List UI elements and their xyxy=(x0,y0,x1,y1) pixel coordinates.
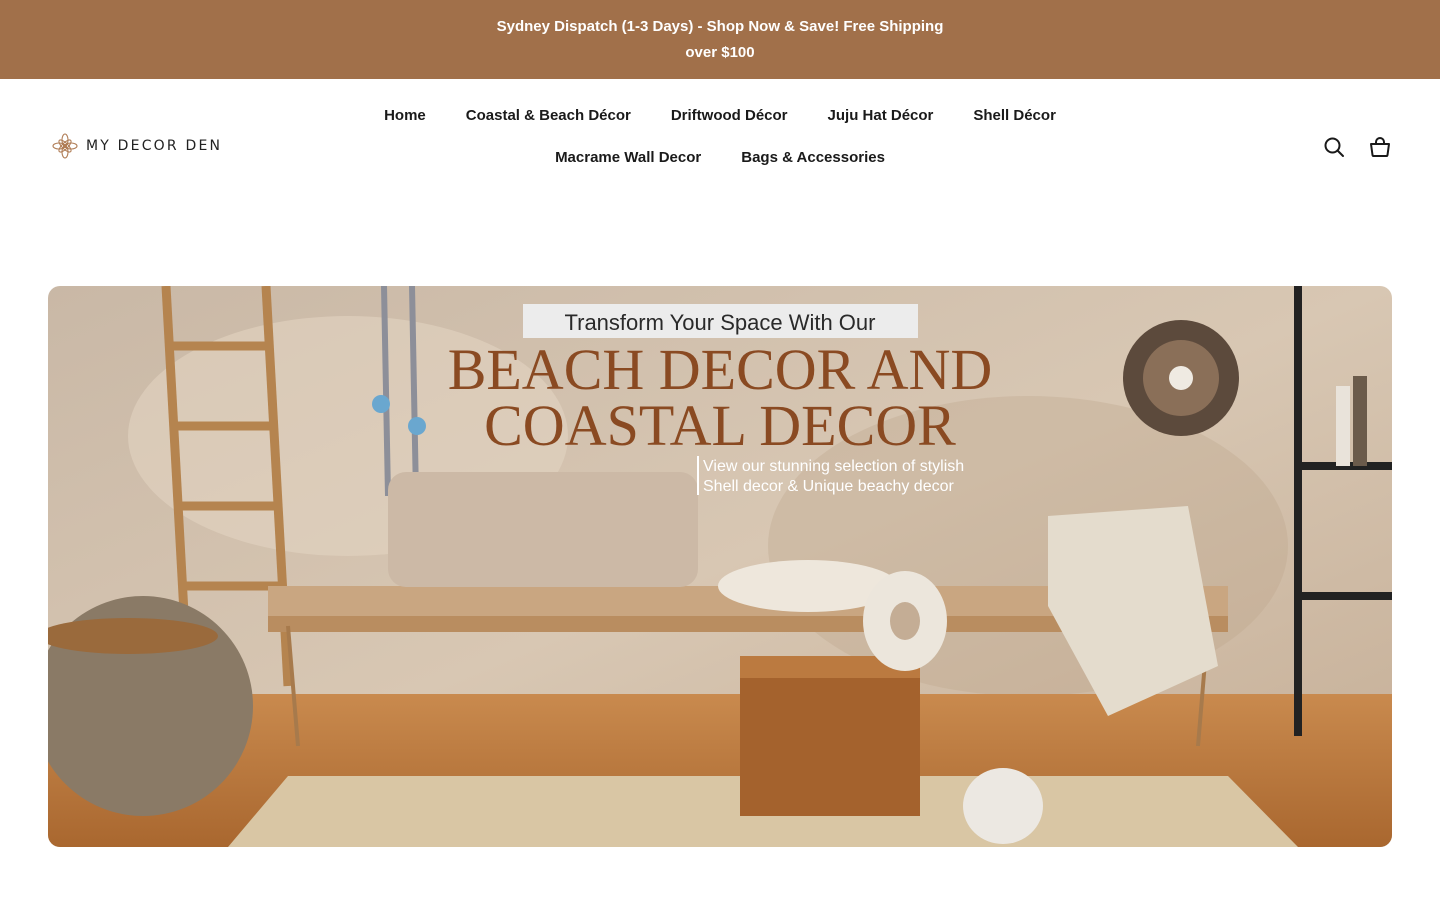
search-icon[interactable] xyxy=(1322,135,1346,159)
nav-driftwood-decor[interactable]: Driftwood Décor xyxy=(651,105,808,127)
lotus-logo-icon xyxy=(52,133,78,159)
nav-juju-hat-decor[interactable]: Juju Hat Décor xyxy=(808,105,954,127)
hero-tagline: Transform Your Space With Our xyxy=(565,310,876,335)
announcement-bar: Sydney Dispatch (1-3 Days) - Shop Now & … xyxy=(0,0,1440,79)
hero-title-line2: COASTAL DECOR xyxy=(484,393,956,458)
nav-shell-decor[interactable]: Shell Décor xyxy=(953,105,1076,127)
cart-icon[interactable] xyxy=(1368,135,1392,159)
nav-coastal-beach-decor[interactable]: Coastal & Beach Décor xyxy=(446,105,651,127)
hero-sub-line1: View our stunning selection of stylish xyxy=(703,458,964,475)
hero-sub-line2: Shell decor & Unique beachy decor xyxy=(703,478,954,495)
nav-macrame-wall-decor[interactable]: Macrame Wall Decor xyxy=(535,147,721,169)
nav-home[interactable]: Home xyxy=(364,105,446,127)
logo-text: MY DECOR DEN xyxy=(86,138,223,154)
announcement-text: Sydney Dispatch (1-3 Days) - Shop Now & … xyxy=(496,17,944,61)
hero-image: Transform Your Space With Our BEACH DECO… xyxy=(48,286,1392,847)
site-header: MY DECOR DEN Home Coastal & Beach Décor … xyxy=(0,79,1440,215)
header-actions xyxy=(1322,135,1392,159)
main-nav: Home Coastal & Beach Décor Driftwood Déc… xyxy=(276,105,1164,169)
nav-bags-accessories[interactable]: Bags & Accessories xyxy=(721,147,905,169)
hero-banner[interactable]: Transform Your Space With Our BEACH DECO… xyxy=(48,286,1392,847)
logo[interactable]: MY DECOR DEN xyxy=(52,133,222,159)
